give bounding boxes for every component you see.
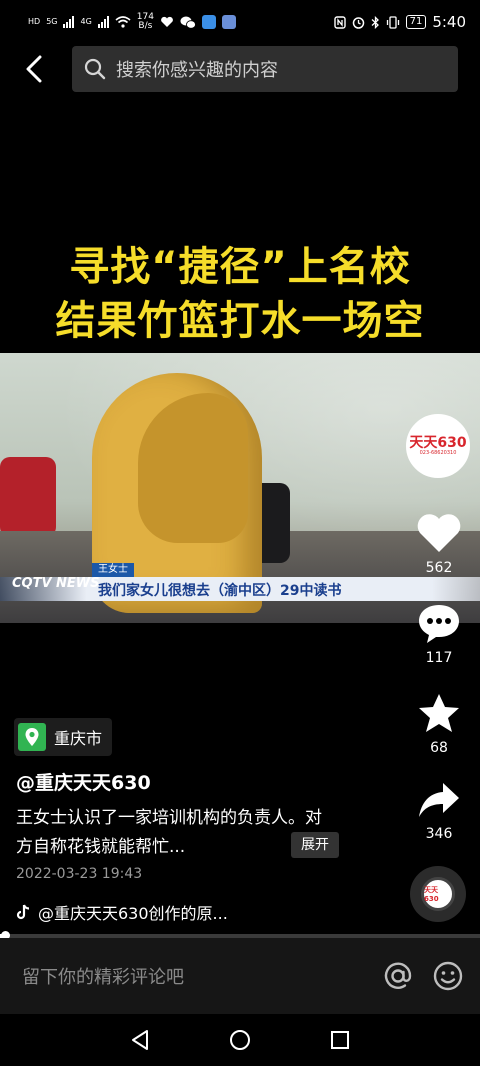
at-mention-button[interactable] — [380, 958, 416, 994]
headline-line-2: 结果竹篮打水一场空 — [55, 298, 425, 344]
music-credit[interactable]: @重庆天天630创作的原... — [16, 900, 228, 924]
heart-icon — [417, 514, 461, 552]
5g-label: 5G — [46, 17, 58, 26]
comment-bubble-icon — [419, 605, 459, 643]
favorite-button[interactable]: 68 — [410, 692, 468, 756]
favorite-count: 68 — [430, 740, 448, 756]
comment-bar: 留下你的精彩评论吧 — [0, 938, 480, 1014]
headline-line-1: 寻找“捷径”上名校 — [69, 244, 411, 290]
system-nav-bar — [0, 1014, 480, 1066]
music-text: @重庆天天630创作的原... — [38, 904, 228, 923]
shield-app-icon — [201, 15, 216, 29]
square-recents-icon — [331, 1031, 349, 1049]
wifi-icon — [115, 16, 131, 28]
comment-input[interactable]: 留下你的精彩评论吧 — [22, 963, 366, 989]
post-description: 王女士认识了一家培训机构的负责人。对方自称花钱就能帮忙... — [16, 808, 322, 857]
video-pillow — [0, 457, 56, 537]
back-button[interactable] — [20, 54, 48, 84]
heart-app-icon — [161, 16, 173, 27]
share-arrow-icon — [419, 783, 459, 817]
lower-third-text: 我们家女儿很想去（渝中区）29中读书 — [98, 583, 342, 599]
hd-label: HD — [28, 17, 41, 26]
search-icon — [84, 58, 106, 80]
nav-back-button[interactable] — [125, 1025, 155, 1055]
status-bar: HD 5G 4G 174 B/s 71 5:40 — [0, 0, 480, 44]
tiktok-note-icon — [16, 904, 30, 920]
video-headline: 寻找“捷径”上名校 结果竹篮打水一场空 — [0, 240, 480, 348]
wechat-icon — [180, 16, 196, 29]
video-player[interactable]: 王女士 CQTV NEWS 我们家女儿很想去（渝中区）29中读书 — [0, 353, 480, 623]
author-avatar[interactable]: 天天630 023-68620310 — [406, 414, 470, 478]
author-name[interactable]: @重庆天天630 — [16, 768, 151, 795]
4g-label: 4G — [80, 17, 92, 26]
avatar-subtext: 023-68620310 — [419, 450, 457, 456]
channel-logo: CQTV NEWS — [12, 576, 100, 591]
nfc-icon — [333, 15, 346, 29]
alarm-icon — [352, 16, 364, 29]
nav-recents-button[interactable] — [325, 1025, 355, 1055]
emoji-button[interactable] — [430, 958, 466, 994]
like-button[interactable]: 562 — [410, 512, 468, 576]
avatar-logo-text: 天天630 — [409, 435, 467, 451]
comment-button[interactable]: 117 — [410, 602, 468, 666]
post-date: 2022-03-23 19:43 — [16, 866, 143, 882]
triangle-back-icon — [132, 1030, 148, 1050]
vibrate-icon — [386, 15, 399, 29]
at-icon — [384, 962, 412, 989]
emoji-face-icon — [433, 961, 463, 991]
location-text: 重庆市 — [54, 729, 103, 748]
music-app-icon — [221, 15, 236, 29]
location-tag[interactable]: 重庆市 — [14, 718, 113, 756]
nav-home-button[interactable] — [225, 1025, 255, 1055]
signal-icon — [63, 16, 75, 28]
search-bar[interactable]: 搜索你感兴趣的内容 — [72, 46, 458, 92]
share-button[interactable]: 346 — [410, 780, 468, 842]
expand-button[interactable]: 展开 — [291, 832, 339, 858]
music-disc-logo: 天天630 — [421, 877, 455, 911]
battery-indicator: 71 — [405, 15, 427, 29]
chevron-left-icon — [26, 55, 42, 83]
net-speed: 174 B/s — [136, 12, 154, 31]
like-count: 562 — [425, 560, 453, 576]
lower-third-tag: 王女士 — [92, 563, 134, 577]
bluetooth-icon — [371, 15, 379, 29]
search-input[interactable]: 搜索你感兴趣的内容 — [116, 56, 278, 82]
share-count: 346 — [425, 826, 453, 842]
status-left: HD 5G 4G 174 B/s — [28, 13, 236, 31]
location-pin-icon — [18, 723, 46, 751]
circle-home-icon — [230, 1030, 250, 1050]
signal-icon-2 — [97, 16, 109, 28]
music-disc-button[interactable]: 天天630 — [410, 866, 466, 922]
clock: 5:40 — [432, 13, 466, 31]
star-icon — [419, 694, 459, 732]
comment-count: 117 — [425, 650, 453, 666]
news-lower-third: 王女士 CQTV NEWS 我们家女儿很想去（渝中区）29中读书 — [0, 563, 480, 603]
status-right: 71 5:40 — [333, 13, 466, 31]
